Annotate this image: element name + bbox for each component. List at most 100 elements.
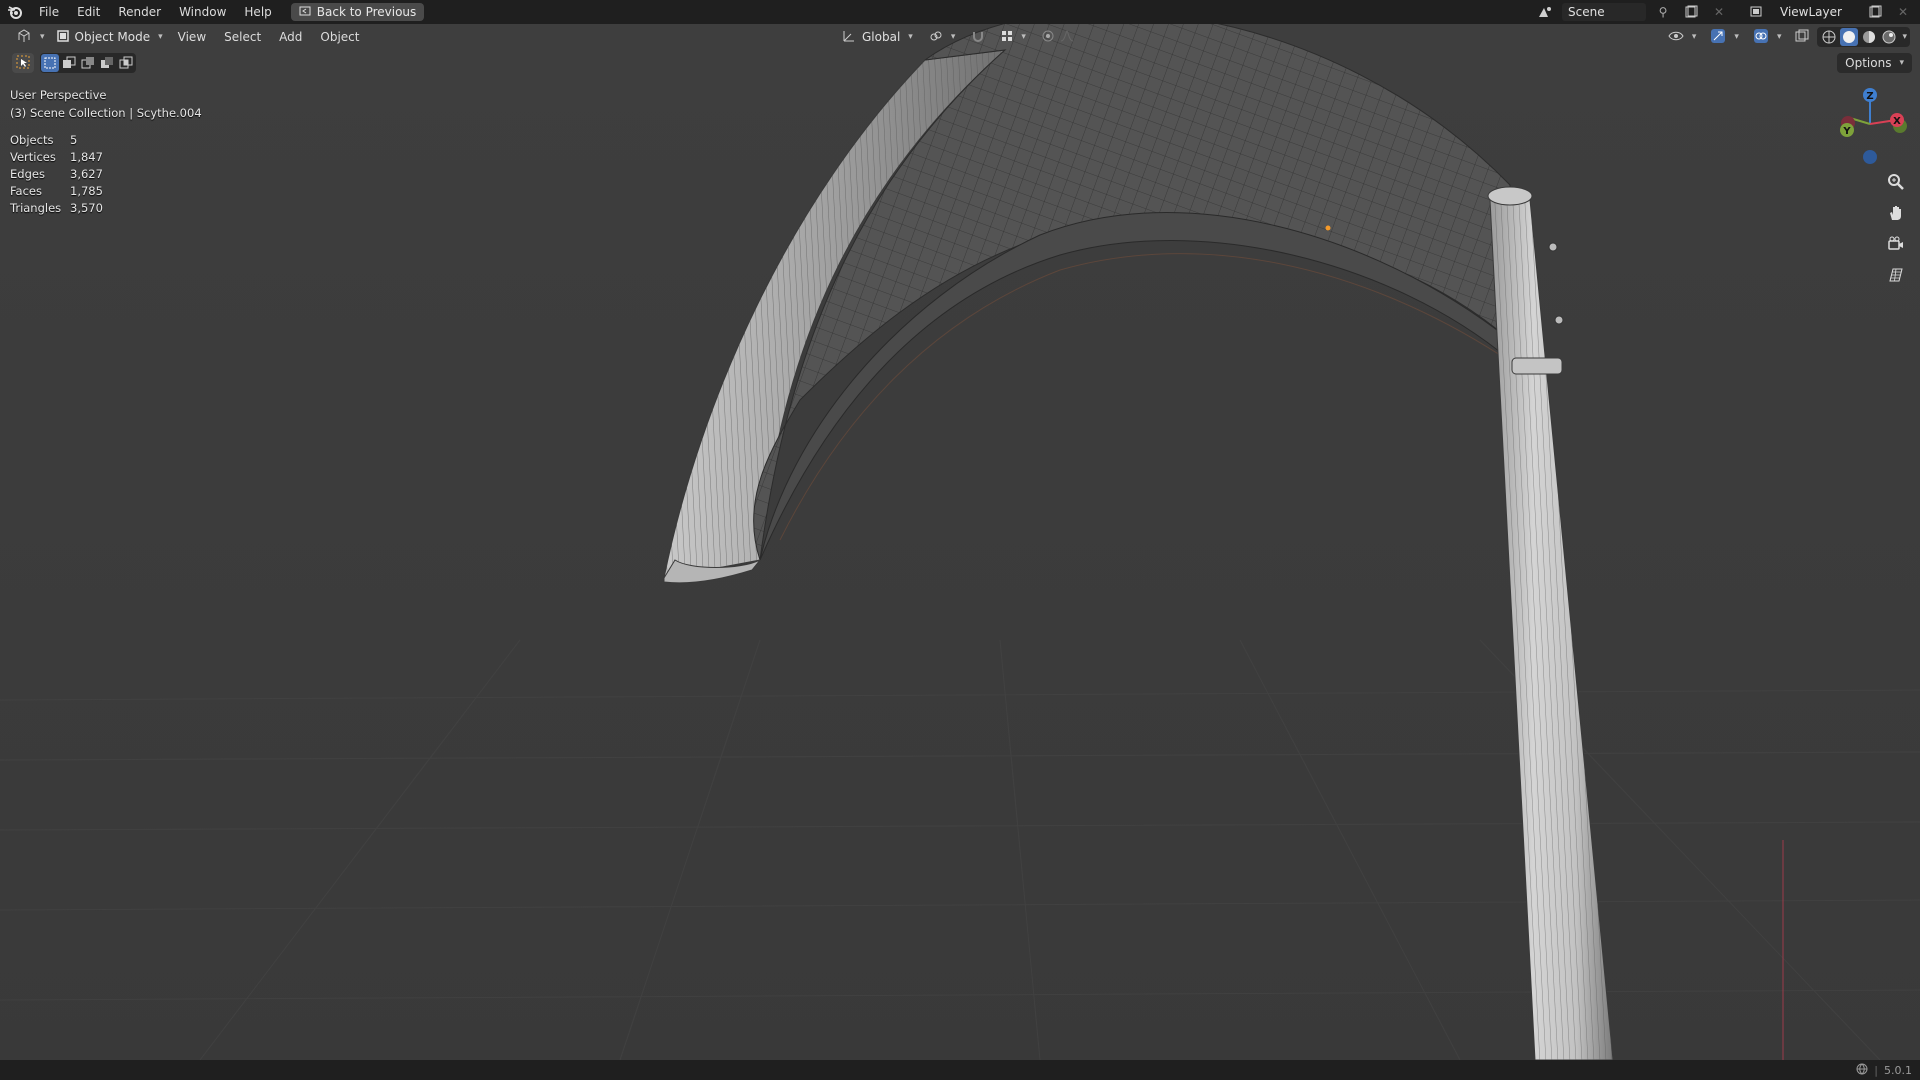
menu-window[interactable]: Window [170, 0, 235, 24]
menu-file[interactable]: File [30, 0, 68, 24]
stat-triangles: Triangles 3,570 [10, 200, 103, 217]
view-layer-field[interactable]: ViewLayer [1774, 3, 1858, 21]
object-mode-icon [56, 29, 69, 45]
stat-label: Triangles [10, 201, 62, 215]
object-mode-dropdown[interactable]: Object Mode ▾ [51, 27, 169, 47]
gizmo-neg-z-handle [1863, 150, 1877, 164]
menu-render[interactable]: Render [109, 0, 170, 24]
proportional-edit-icon [1042, 30, 1054, 45]
menu-select[interactable]: Select [215, 24, 270, 50]
grid-ortho-icon[interactable] [1884, 263, 1908, 287]
chevron-down-icon: ▾ [1691, 32, 1697, 42]
xray-toggle[interactable] [1789, 27, 1815, 47]
viewport-header: ▾ Object Mode ▾ View Select Add Object G… [0, 24, 1920, 50]
rendered-shading-icon[interactable] [1880, 28, 1898, 46]
chevron-down-icon: ▾ [158, 32, 163, 42]
gizmo-y-label: Y [1842, 126, 1851, 137]
select-tool-button[interactable] [12, 53, 34, 73]
scene-statistics: Objects 5 Vertices 1,847 Edges 3,627 Fac… [10, 132, 103, 217]
menu-edit[interactable]: Edit [68, 0, 109, 24]
scene-name-field[interactable]: Scene [1562, 3, 1646, 21]
proportional-edit-toggle[interactable] [1036, 27, 1080, 47]
pivot-icon [929, 29, 943, 46]
extend-selection-icon[interactable] [60, 54, 78, 72]
chevron-down-icon[interactable]: ▾ [1902, 32, 1907, 42]
menu-view[interactable]: View [169, 24, 215, 50]
transform-orientation-label: Global [862, 30, 901, 44]
options-dropdown[interactable]: Options ▾ [1837, 53, 1912, 73]
gizmo-toggle[interactable]: ▾ [1704, 27, 1745, 47]
screen-back-icon [299, 5, 311, 20]
overlays-icon [1753, 28, 1769, 47]
stat-value: 1,847 [70, 150, 103, 164]
solid-shading-icon[interactable] [1840, 28, 1859, 46]
visibility-dropdown[interactable]: ▾ [1662, 27, 1703, 47]
handle-collar [1511, 357, 1563, 375]
menu-add[interactable]: Add [270, 24, 311, 50]
editor-type-button[interactable]: ▾ [10, 27, 51, 47]
selection-mode-group [40, 53, 136, 73]
globe-icon [1856, 1063, 1868, 1078]
snap-toggle[interactable] [965, 27, 991, 47]
chevron-down-icon: ▾ [1776, 32, 1782, 42]
overlays-toggle[interactable]: ▾ [1747, 27, 1788, 47]
collection-path: (3) Scene Collection | Scythe.004 [10, 106, 202, 120]
stat-vertices: Vertices 1,847 [10, 149, 103, 166]
cursor-arrow-icon [16, 55, 30, 72]
xray-icon [1795, 29, 1809, 46]
subtract-selection-icon[interactable] [79, 54, 97, 72]
magnet-icon [971, 29, 985, 46]
set-new-selection-icon[interactable] [41, 54, 59, 72]
camera-icon[interactable] [1884, 232, 1908, 256]
chevron-down-icon: ▾ [1899, 58, 1904, 68]
delete-view-layer-icon[interactable]: ✕ [1892, 3, 1914, 21]
stat-edges: Edges 3,627 [10, 166, 103, 183]
viewport-canvas[interactable] [0, 0, 1920, 1080]
pivot-point-dropdown[interactable]: ▾ [923, 27, 962, 47]
stat-value: 1,785 [70, 184, 103, 198]
viewport-display-tools: ▾ ▾ ▾ ▾ [1662, 24, 1910, 50]
menu-object[interactable]: Object [311, 24, 368, 50]
eye-icon [1668, 30, 1684, 45]
stat-value: 3,570 [70, 201, 103, 215]
stat-value: 5 [70, 133, 78, 147]
zoom-icon[interactable] [1884, 170, 1908, 194]
stat-objects: Objects 5 [10, 132, 103, 149]
editor-type-icon [16, 28, 32, 46]
wireframe-shading-icon[interactable] [1820, 28, 1838, 46]
chevron-down-icon: ▾ [40, 32, 45, 42]
gizmo-x-label: X [1893, 116, 1901, 127]
stat-label: Edges [10, 167, 45, 181]
stat-label: Vertices [10, 150, 56, 164]
hand-pan-icon[interactable] [1884, 201, 1908, 225]
snap-target-dropdown[interactable]: ▾ [995, 27, 1032, 47]
intersect-selection-icon[interactable] [117, 54, 135, 72]
delete-scene-icon[interactable]: ✕ [1708, 3, 1730, 21]
menu-help[interactable]: Help [235, 0, 280, 24]
status-bar: | 5.0.1 [0, 1060, 1920, 1080]
version-number: 5.0.1 [1884, 1063, 1912, 1077]
chevron-down-icon: ▾ [1734, 32, 1739, 42]
new-view-layer-icon[interactable] [1864, 3, 1886, 21]
separator: | [1874, 1063, 1878, 1077]
invert-selection-icon[interactable] [98, 54, 116, 72]
tool-settings-row [12, 52, 136, 74]
chevron-down-icon: ▾ [908, 32, 913, 42]
snap-grid-icon [1001, 30, 1013, 45]
blender-logo-icon[interactable] [6, 3, 24, 21]
transform-orientation-dropdown[interactable]: Global ▾ [836, 27, 919, 47]
stat-value: 3,627 [70, 167, 103, 181]
new-scene-icon[interactable] [1680, 3, 1702, 21]
chevron-down-icon: ▾ [1021, 32, 1026, 42]
gizmo-icon [1710, 28, 1726, 47]
view-layer-name: ViewLayer [1780, 5, 1842, 19]
options-label: Options [1845, 56, 1892, 70]
object-mode-label: Object Mode [74, 30, 151, 44]
material-shading-icon[interactable] [1860, 28, 1878, 46]
pin-icon[interactable]: ⚲ [1652, 3, 1674, 21]
scene-icon[interactable] [1534, 3, 1556, 21]
view-layer-icon[interactable] [1746, 3, 1768, 21]
navigation-gizmo[interactable]: Z X Y [1826, 84, 1914, 170]
falloff-curve-icon [1060, 29, 1074, 45]
back-to-previous-button[interactable]: Back to Previous [290, 3, 425, 21]
